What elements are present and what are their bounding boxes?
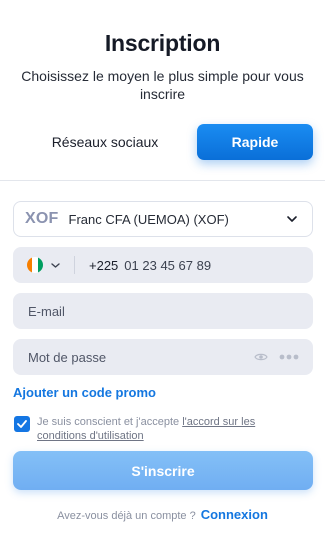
more-dots-icon[interactable] [279, 353, 299, 361]
tab-social-networks[interactable]: Réseaux sociaux [13, 124, 197, 160]
currency-select[interactable]: XOF Franc CFA (UEMOA) (XOF) [13, 201, 313, 237]
country-chevron-down-icon[interactable] [51, 262, 60, 269]
terms-checkbox[interactable] [14, 416, 30, 432]
eye-icon[interactable] [254, 351, 268, 363]
flag-cote-divoire-icon[interactable] [27, 257, 43, 273]
login-link[interactable]: Connexion [201, 507, 268, 522]
terms-text: Je suis conscient et j'accepte l'accord … [37, 415, 297, 443]
currency-code: XOF [25, 210, 59, 227]
page-title: Inscription [104, 30, 221, 56]
register-button[interactable]: S'inscrire [13, 451, 313, 490]
page-subtitle: Choisissez le moyen le plus simple pour … [21, 68, 304, 102]
password-wrapper [13, 339, 313, 375]
registration-method-tabs: Réseaux sociaux Rapide [13, 124, 313, 160]
login-prompt: Avez-vous déjà un compte ? [57, 510, 196, 522]
phone-input[interactable] [124, 257, 295, 273]
login-prompt-row: Avez-vous déjà un compte ? Connexion [0, 507, 325, 522]
email-field[interactable] [13, 293, 313, 329]
divider [0, 180, 325, 181]
tab-quick[interactable]: Rapide [197, 124, 313, 160]
currency-name: Franc CFA (UEMOA) (XOF) [68, 211, 229, 227]
check-icon [17, 420, 27, 428]
phone-separator [74, 256, 75, 274]
dial-code: +225 [89, 257, 119, 273]
phone-field: +225 [13, 247, 313, 283]
chevron-down-icon [287, 216, 297, 222]
terms-text-prefix: Je suis conscient et j'accepte [37, 416, 183, 428]
add-promo-code-link[interactable]: Ajouter un code promo [13, 385, 156, 400]
password-field[interactable] [13, 339, 313, 375]
